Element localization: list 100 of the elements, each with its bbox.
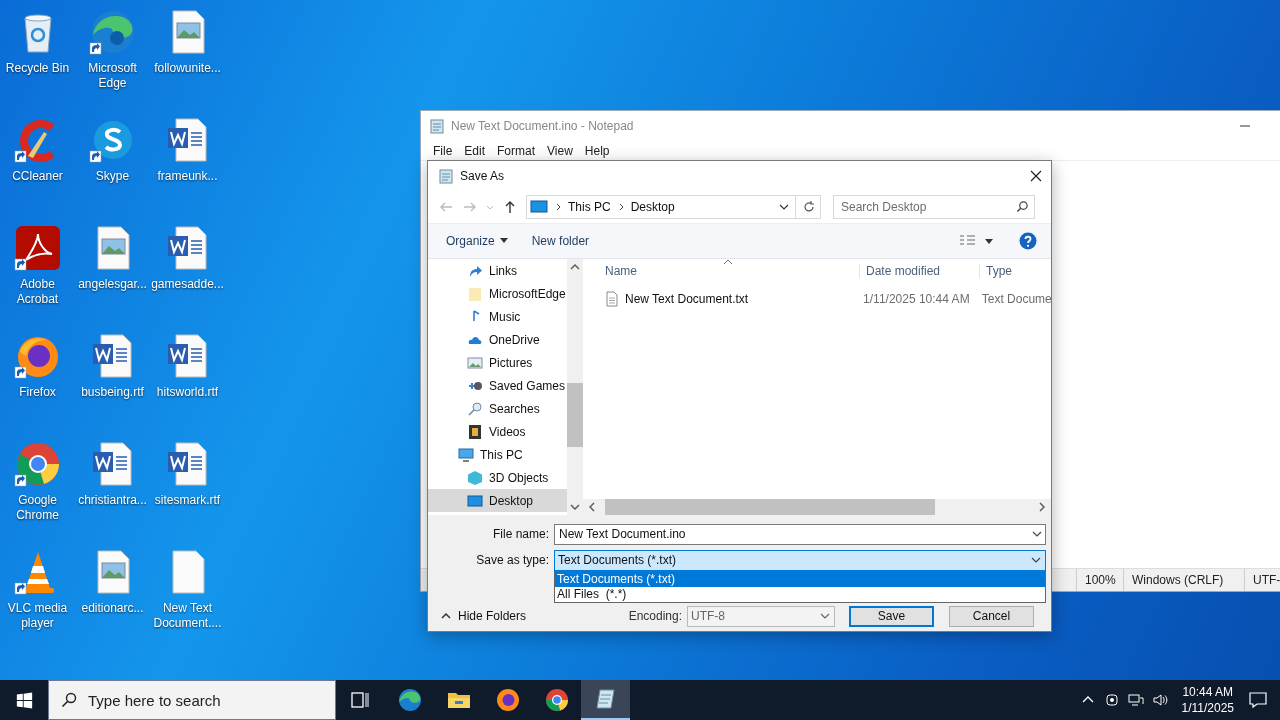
nav-tree-item[interactable]: MicrosoftEdge [428, 282, 567, 305]
wave-browser-icon[interactable] [88, 8, 137, 56]
file-name-cell[interactable]: New Text Document.txt [625, 292, 749, 306]
notepad-icon [429, 118, 445, 134]
scroll-right-icon[interactable] [1038, 502, 1046, 512]
menu-item[interactable]: View [541, 143, 579, 158]
menu-item[interactable]: Format [491, 143, 542, 158]
scroll-up-icon[interactable] [570, 263, 580, 271]
hide-folders-button[interactable]: Hide Folders [438, 606, 530, 626]
file-type-select[interactable]: Text Documents (*.txt) [554, 549, 1046, 571]
start-icon[interactable] [16, 691, 33, 709]
computer-icon [530, 200, 548, 214]
notification-icon[interactable] [1248, 690, 1268, 710]
file-name-field[interactable]: New Text Document.ino [554, 523, 1046, 545]
desktop-icon-label[interactable]: Adobe Acrobat [0, 277, 75, 307]
clock-date[interactable]: 1/11/2025 [1181, 700, 1234, 716]
search-icon [1016, 200, 1029, 213]
fox-browser-icon [495, 688, 520, 712]
pictures-icon [467, 354, 483, 371]
desktop-icon-label[interactable]: busbeing.rtf [75, 385, 150, 400]
menu-item[interactable]: File [427, 143, 459, 158]
dropdown-caret-icon [820, 612, 830, 620]
computer-icon [458, 446, 474, 463]
nav-tree-item[interactable]: This PC [428, 443, 567, 466]
scrollbar-thumb[interactable] [605, 499, 935, 515]
address-bar[interactable]: This PC Desktop [526, 195, 821, 219]
desktop-icon-label[interactable]: Firefox [0, 385, 75, 400]
nav-tree-item[interactable]: OneDrive [428, 328, 567, 351]
search-field[interactable]: Search Desktop [833, 195, 1035, 219]
vertical-scrollbar[interactable] [567, 259, 583, 515]
desktop-icon-label[interactable]: Recycle Bin [0, 61, 75, 76]
network-icon[interactable] [1127, 692, 1144, 708]
column-header[interactable]: Type [980, 264, 1012, 278]
menu-item[interactable]: Help [578, 143, 616, 158]
notepad-icon [438, 168, 454, 184]
desktop-icon-label[interactable]: christiantra... [75, 493, 150, 508]
clock-time[interactable]: 10:44 AM [1182, 684, 1234, 700]
desktop-icon-label[interactable]: hitsworld.rtf [150, 385, 225, 400]
pdf-reader-icon[interactable] [13, 224, 62, 272]
breadcrumb-item[interactable]: Desktop [630, 200, 675, 214]
dropdown-option[interactable]: All Files (*.*) [555, 586, 1045, 602]
desktop-icon [467, 492, 483, 509]
dropdown-caret-icon[interactable] [1032, 529, 1042, 538]
field-label: File name: [491, 527, 550, 541]
breadcrumb-item[interactable]: This PC [568, 200, 611, 214]
dropdown-caret-icon[interactable] [779, 203, 789, 211]
status-text: UTF- [1244, 569, 1280, 591]
table-cell: Text Docume [981, 292, 1051, 306]
column-header[interactable]: Date modified [860, 264, 980, 278]
nav-tree-item[interactable]: Searches [428, 397, 567, 420]
volume-icon[interactable] [1151, 692, 1168, 708]
sort-caret-icon [723, 259, 733, 265]
desktop-icon-label[interactable]: frameunk... [150, 169, 225, 184]
caret-icon [499, 238, 508, 244]
organize-button[interactable]: Organize [438, 230, 516, 252]
scroll-down-icon[interactable] [570, 503, 580, 511]
desktop-icon-label[interactable]: gamesadde... [150, 277, 225, 292]
desktop-icon-label[interactable]: followunite... [150, 61, 225, 76]
nav-tree-item[interactable]: Links [428, 259, 567, 282]
status-text: Windows (CRLF) [1123, 569, 1244, 591]
help-icon[interactable] [1019, 232, 1037, 250]
new-folder-button[interactable]: New folder [523, 230, 598, 252]
horizontal-scrollbar[interactable] [583, 499, 1051, 515]
desktop-icon-label[interactable]: Skype [75, 169, 150, 184]
view-options-icon[interactable] [959, 234, 995, 248]
menu-item[interactable]: Edit [458, 143, 492, 158]
search-icon [467, 400, 483, 417]
nav-tree-item[interactable]: Pictures [428, 351, 567, 374]
nav-tree-item[interactable]: Music [428, 305, 567, 328]
search-icon [61, 692, 77, 708]
ring-browser-icon[interactable] [13, 440, 62, 488]
cancel-button[interactable]: Cancel [949, 605, 1034, 627]
encoding-select[interactable]: UTF-8 [687, 605, 835, 627]
wave-browser-icon [397, 688, 422, 712]
chevron-icon [554, 203, 562, 211]
scrollbar-thumb[interactable] [567, 383, 583, 447]
desktop-icon-label[interactable]: Microsoft Edge [75, 61, 150, 91]
field-label: Encoding: [628, 609, 682, 623]
close-icon[interactable] [1029, 169, 1043, 183]
taskbar-app-button[interactable] [581, 680, 630, 720]
nav-tree-item[interactable]: Saved Games [428, 374, 567, 397]
nav-tree-item[interactable]: Videos [428, 420, 567, 443]
text-file-icon [605, 291, 619, 307]
desktop-icon-label[interactable]: CCleaner [0, 169, 75, 184]
scroll-left-icon[interactable] [588, 502, 596, 512]
task-view-icon[interactable] [350, 690, 370, 710]
nav-tree-item[interactable]: Desktop [428, 489, 567, 512]
column-header[interactable]: Name [583, 264, 860, 278]
save-button[interactable]: Save [849, 605, 934, 627]
field-label: Save as type: [475, 553, 550, 567]
nav-tree-item[interactable]: 3D Objects [428, 466, 567, 489]
dialog-title: Save As [460, 169, 505, 183]
dropdown-option[interactable]: Text Documents (*.txt) [555, 571, 1045, 587]
desktop-icon-label[interactable]: angelesgar... [75, 277, 150, 292]
taskbar-search-field[interactable]: Type here to search [48, 680, 336, 720]
film-icon [467, 423, 483, 440]
dropdown-caret-icon [1031, 556, 1041, 564]
desktop-icon-label[interactable]: VLC media player [0, 601, 75, 631]
desktop-icon-label[interactable]: Google Chrome [0, 493, 75, 523]
refresh-icon[interactable] [802, 200, 816, 214]
